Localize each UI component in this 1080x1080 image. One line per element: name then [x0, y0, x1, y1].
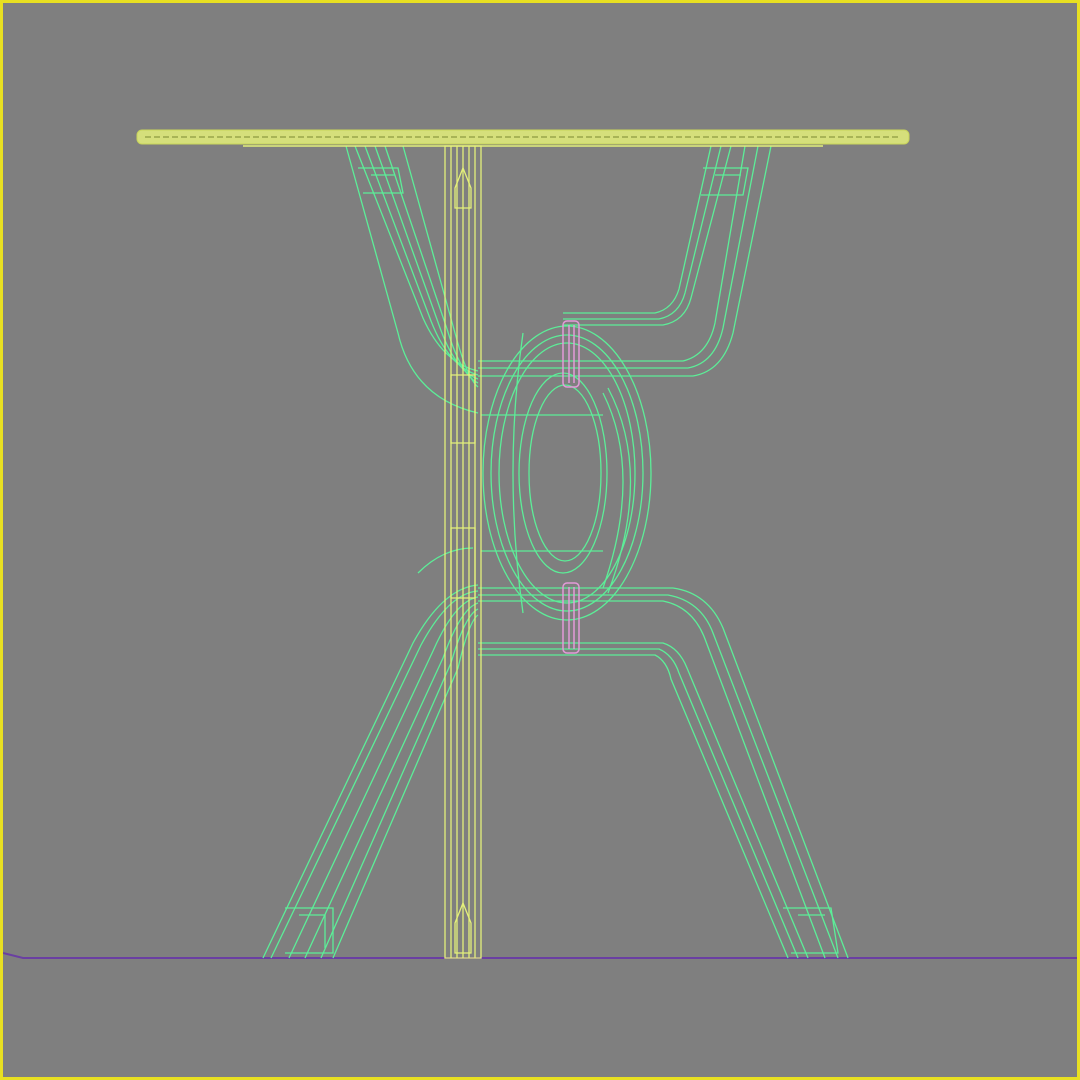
ground-line [3, 952, 1077, 959]
viewport-front[interactable] [0, 0, 1080, 1080]
leg-lower-left[interactable] [262, 547, 479, 959]
wireframe-scene[interactable] [3, 3, 1077, 1077]
center-post[interactable] [444, 145, 482, 959]
leg-upper-left[interactable] [345, 145, 479, 414]
tabletop[interactable] [136, 129, 910, 147]
ring-connector[interactable] [481, 325, 652, 621]
leg-lower-right[interactable] [478, 587, 849, 959]
